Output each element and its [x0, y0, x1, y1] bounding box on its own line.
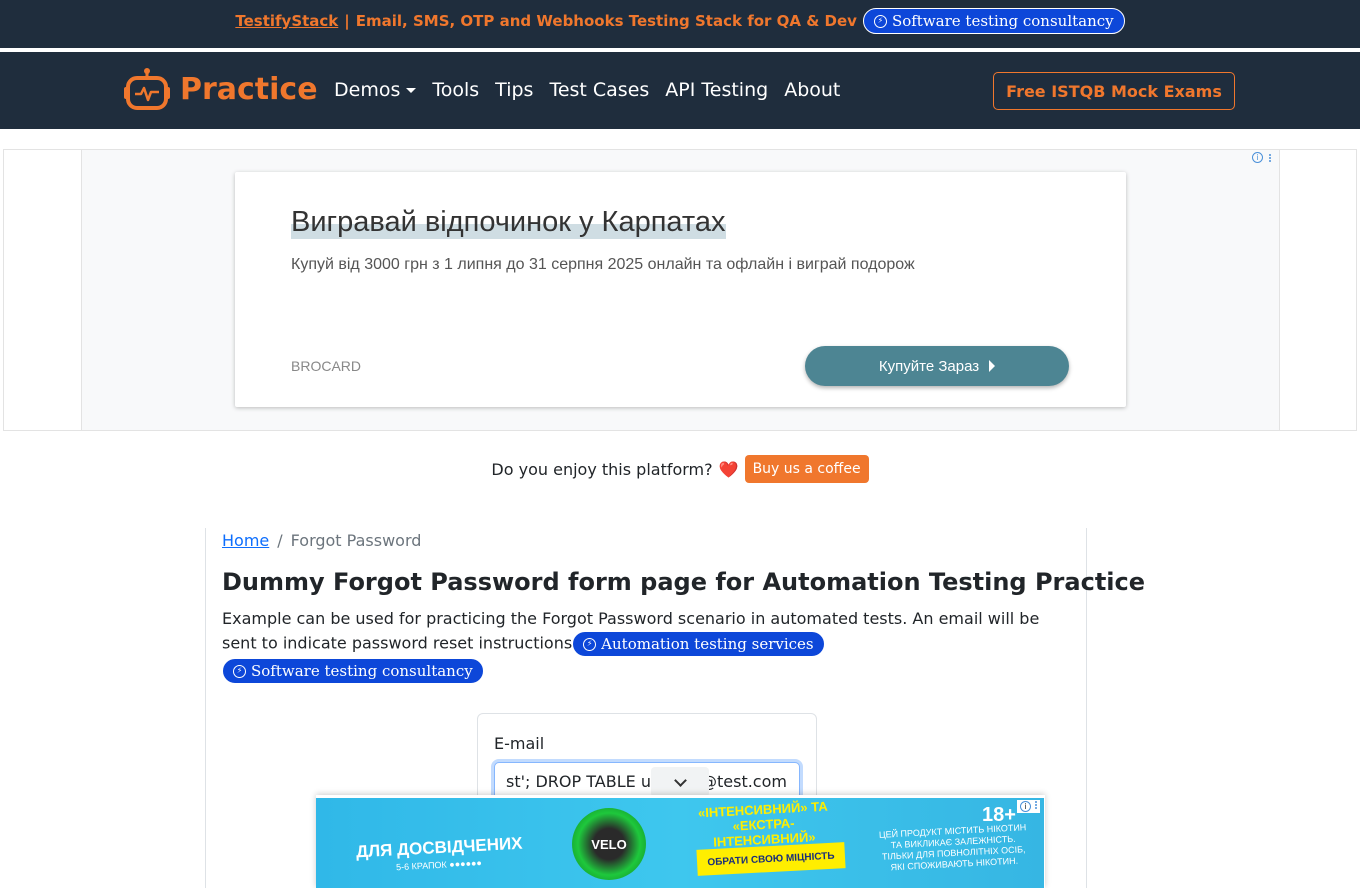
nav-item-label: Test Cases: [549, 79, 650, 101]
buy-coffee-button[interactable]: Buy us a coffee: [744, 455, 869, 483]
breadcrumb: Home / Forgot Password: [222, 531, 421, 550]
ad-title[interactable]: Вигравай відпочинок у Карпатах: [291, 206, 726, 239]
robot-logo-icon: [124, 68, 170, 110]
free-istqb-mock-exams-button[interactable]: Free ISTQB Mock Exams: [993, 72, 1235, 110]
automation-testing-services-button[interactable]: ⚡ Automation testing services: [572, 631, 825, 657]
ad-description: Купуй від 3000 грн з 1 липня до 31 серпн…: [291, 256, 915, 273]
ad-container: i Вигравай відпочинок у Карпатах Купуй в…: [3, 149, 1357, 431]
nicotine-warning: ЦЕЙ ПРОДУКТ МІСТИТЬ НІКОТИН ТА ВИКЛИКАЄ …: [878, 822, 1027, 873]
logo-text: Practice: [180, 71, 318, 107]
ad-brand: BROCARD: [291, 358, 362, 374]
page-title: Dummy Forgot Password form page for Auto…: [222, 568, 1146, 596]
coffee-row: Do you enjoy this platform? ❤️ Buy us a …: [0, 455, 1360, 483]
ad-card[interactable]: Вигравай відпочинок у Карпатах Купуй від…: [235, 172, 1126, 407]
info-icon[interactable]: i: [1252, 152, 1263, 163]
nav-menu: Demos Tools Tips Test Cases API Testing …: [334, 78, 840, 102]
bolt-circle-icon: ⚡: [233, 664, 246, 678]
info-icon[interactable]: i: [1020, 801, 1031, 812]
nav-item-test-cases[interactable]: Test Cases: [549, 78, 649, 102]
nav-item-about[interactable]: About: [784, 78, 840, 102]
ad-controls: i: [1252, 152, 1271, 163]
bottom-ad-banner[interactable]: ДЛЯ ДОСВІДЧЕНИХ 5-6 КРАПОК ●●●●●● VELO «…: [316, 798, 1044, 888]
breadcrumb-current: Forgot Password: [290, 531, 422, 550]
email-label: E-mail: [494, 734, 545, 753]
kebab-menu-icon[interactable]: [1269, 153, 1271, 162]
ad-cta-button[interactable]: Купуйте Зараз: [805, 346, 1069, 386]
main-navbar: Practice Demos Tools Tips Test Cases API…: [0, 52, 1360, 129]
bolt-circle-icon: ⚡: [583, 637, 597, 651]
bottom-sticky-ad[interactable]: ДЛЯ ДОСВІДЧЕНИХ 5-6 КРАПОК ●●●●●● VELO «…: [316, 795, 1045, 888]
nav-item-label: Tips: [495, 79, 534, 101]
nav-item-label: About: [784, 79, 841, 101]
product-name: VELO: [591, 836, 627, 852]
ad-frame: i Вигравай відпочинок у Карпатах Купуй в…: [81, 150, 1280, 430]
site-logo[interactable]: Practice: [124, 67, 318, 111]
bottom-ad-left-text: ДЛЯ ДОСВІДЧЕНИХ: [355, 833, 523, 862]
ad-cta-label: Купуйте Зараз: [878, 357, 980, 375]
breadcrumb-separator: /: [277, 531, 283, 550]
nav-item-tips[interactable]: Tips: [495, 78, 533, 102]
software-testing-consultancy-button[interactable]: ⚡ Software testing consultancy: [862, 8, 1125, 34]
software-testing-consultancy-button[interactable]: ⚡ Software testing consultancy: [222, 658, 484, 684]
bolt-circle-icon: ⚡: [873, 14, 887, 28]
page-description: Example can be used for practicing the F…: [222, 607, 1072, 684]
nav-item-tools[interactable]: Tools: [432, 78, 479, 102]
play-arrow-icon: [989, 360, 996, 372]
pill-label: Software testing consultancy: [891, 12, 1114, 30]
banner-tagline[interactable]: Email, SMS, OTP and Webhooks Testing Sta…: [356, 8, 857, 34]
pill-label: Software testing consultancy: [251, 662, 473, 680]
kebab-menu-icon[interactable]: [1035, 801, 1037, 812]
caret-down-icon: [406, 87, 417, 93]
breadcrumb-home-link[interactable]: Home: [222, 531, 269, 550]
nav-item-label: Tools: [432, 79, 480, 101]
banner-separator: |: [344, 12, 350, 30]
product-can-image: VELO: [572, 808, 646, 880]
chevron-down-icon: [673, 773, 687, 787]
bottom-ad-controls: i: [1017, 800, 1040, 813]
pill-label: Automation testing services: [601, 635, 814, 653]
coffee-prompt: Do you enjoy this platform?: [491, 459, 713, 479]
nav-item-api-testing[interactable]: API Testing: [665, 78, 768, 102]
testifystack-link[interactable]: TestifyStack: [235, 8, 338, 34]
autofill-dropdown-toggle[interactable]: [651, 767, 709, 797]
nav-item-label: API Testing: [665, 79, 769, 101]
nav-item-demos[interactable]: Demos: [334, 78, 417, 102]
bottom-ad-left-subtext: 5-6 КРАПОК ●●●●●●: [395, 857, 483, 873]
heart-icon: ❤️: [718, 459, 739, 479]
nav-item-label: Demos: [334, 79, 401, 101]
top-banner: TestifyStack | Email, SMS, OTP and Webho…: [0, 0, 1360, 50]
